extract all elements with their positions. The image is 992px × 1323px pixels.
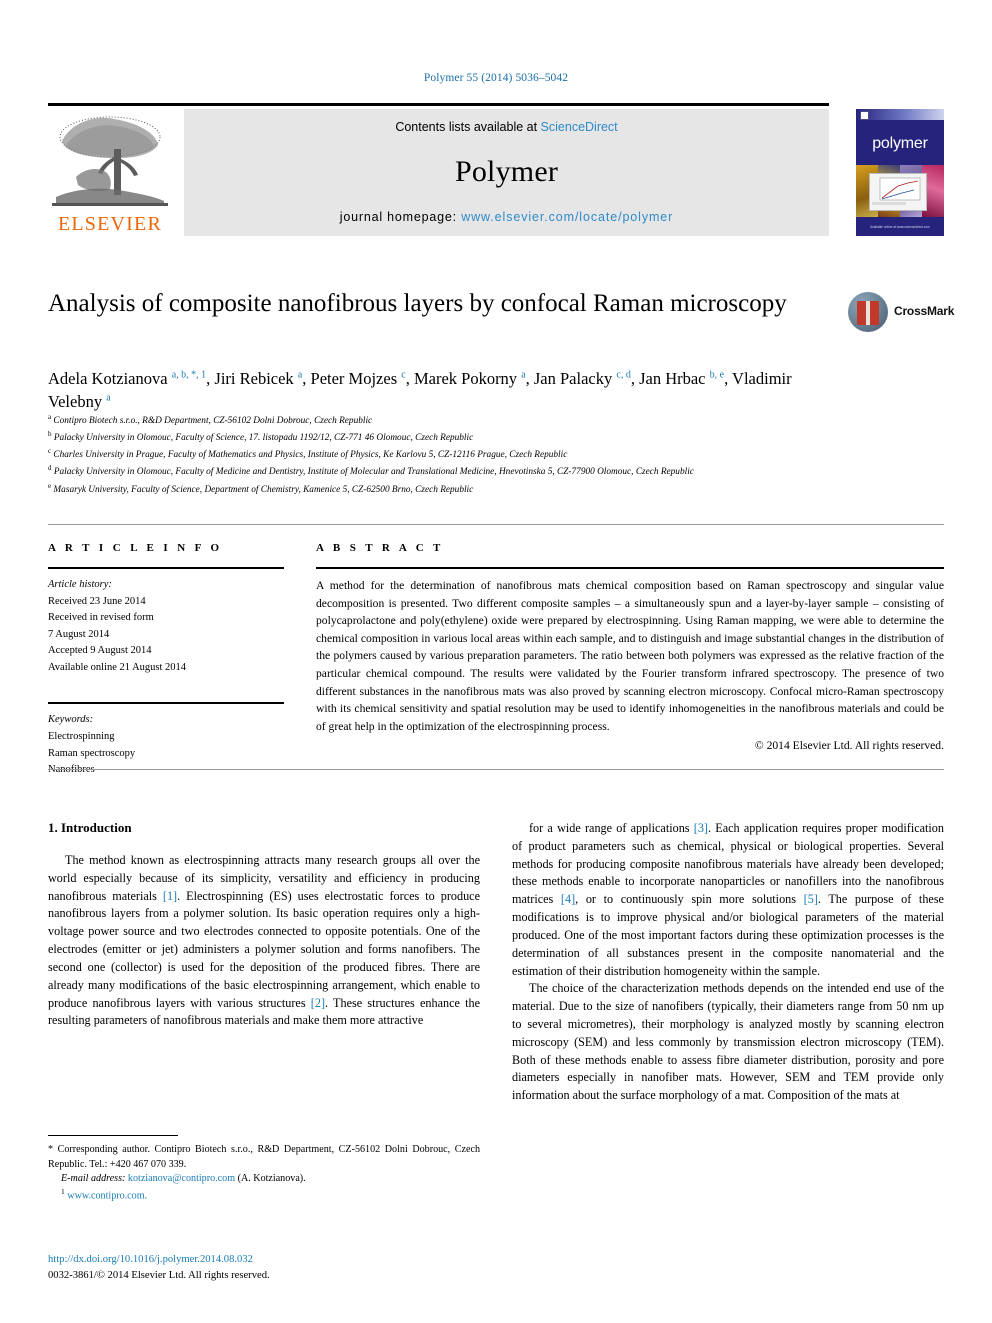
body-column-left: 1. Introduction The method known as elec… [48,820,480,1105]
abstract-rule [316,567,944,569]
keywords-label: Keywords: [48,714,94,726]
crossmark-label: CrossMark [894,304,955,318]
affiliation-item: c Charles University in Prague, Faculty … [48,446,848,463]
article-history-item: Available online 21 August 2014 [48,661,187,673]
body-paragraph: for a wide range of applications [3]. Ea… [512,821,944,978]
elsevier-tree-icon [52,116,168,206]
masthead-top-rule [48,103,829,106]
running-head-citation: Polymer 55 (2014) 5036–5042 [423,72,569,84]
right-column-paragraphs: for a wide range of applications [3]. Ea… [512,820,944,1105]
contents-available-line: Contents lists available at ScienceDirec… [395,120,617,134]
citation-reference[interactable]: [1] [163,889,177,903]
journal-title: Polymer [454,155,559,188]
affiliation-item: d Palacky University in Olomouc, Faculty… [48,463,848,480]
abstract-copyright: © 2014 Elsevier Ltd. All rights reserved… [754,739,944,753]
imprint-block: http://dx.doi.org/10.1016/j.polymer.2014… [48,1252,488,1284]
keywords-list: Electrospinning Raman spectroscopy Nanofib… [48,729,284,779]
contents-prefix: Contents lists available at [395,120,541,134]
keyword-item: Raman spectroscopy [48,747,136,759]
citation-reference[interactable]: [3] [694,821,708,835]
masthead-center-panel: Contents lists available at ScienceDirec… [184,109,829,236]
affiliation-text: Masaryk University, Faculty of Science, … [51,484,474,495]
footnote-one: 1 www.contipro.com. [48,1187,480,1204]
email-address-label: E-mail address: [61,1173,126,1185]
article-history-item: Received 23 June 2014 [48,595,146,607]
keywords-rule [48,702,284,705]
cover-wordmark: polymer [872,135,928,152]
body-column-right: for a wide range of applications [3]. Ea… [512,820,944,1105]
homepage-label: journal homepage: [339,210,462,224]
body-columns: 1. Introduction The method known as elec… [48,820,944,1105]
abstract-text: A method for the determination of nanofi… [316,579,944,733]
keyword-item: Nanofibres [48,762,284,779]
issn-copyright-line: 0032-3861/© 2014 Elsevier Ltd. All right… [48,1269,270,1281]
journal-cover-thumbnail: polymer Available online at www.scienced… [856,109,944,236]
citation-reference[interactable]: [4] [561,892,575,906]
elsevier-wordmark: ELSEVIER [57,213,163,235]
affiliation-list: a Contipro Biotech s.r.o., R&D Departmen… [48,412,848,498]
article-info-column: A R T I C L E I N F O Article history: R… [48,542,284,779]
cover-top-gradient [856,109,944,120]
keyword-item: Electrospinning [48,731,115,743]
citation-reference[interactable]: [2] [311,996,325,1010]
cover-inset-plot-icon [872,177,921,205]
email-address-link[interactable]: kotzianova@contipro.com [128,1173,235,1184]
body-paragraph: The choice of the characterization metho… [512,981,944,1103]
footnote-one-link[interactable]: www.contipro.com. [67,1190,147,1201]
affiliation-item: e Masaryk University, Faculty of Science… [48,481,848,498]
cover-inset-chart [869,173,927,211]
sciencedirect-link[interactable]: ScienceDirect [541,120,618,134]
abstract-heading: A B S T R A C T [316,542,444,554]
article-info-abstract-block: A R T I C L E I N F O Article history: R… [48,524,944,779]
email-note: E-mail address: kotzianova@contipro.com … [48,1172,480,1187]
crossmark-book-icon [857,301,879,325]
footnote-rule [48,1135,178,1136]
affiliation-item: a Contipro Biotech s.r.o., R&D Departmen… [48,412,848,429]
affiliation-text: Palacky University in Olomouc, Faculty o… [51,467,694,478]
elsevier-logo: ELSEVIER [48,109,172,236]
left-column-paragraphs: The method known as electrospinning attr… [48,852,480,1030]
corresponding-author-note: * Corresponding author. Contipro Biotech… [48,1143,480,1172]
journal-homepage-line: journal homepage: www.elsevier.com/locat… [340,210,673,224]
article-info-heading: A R T I C L E I N F O [48,542,223,554]
citation-reference[interactable]: [5] [804,892,818,906]
page-title: Analysis of composite nanofibrous layers… [48,290,787,317]
journal-masthead: ELSEVIER Contents lists available at Sci… [48,103,944,236]
article-history-item: Accepted 9 August 2014 [48,645,152,657]
author-list: Adela Kotzianova a, b, *, 1, Jiri Rebice… [48,369,792,412]
article-history-item: 7 August 2014 [48,628,110,640]
info-block-bottom-rule [48,769,944,770]
crossmark-circle-icon [848,292,888,332]
abstract-column: A B S T R A C T A method for the determi… [316,542,944,779]
body-paragraph: The method known as electrospinning attr… [48,853,480,1028]
corresponding-author-text: * Corresponding author. Contipro Biotech… [48,1144,480,1170]
crossmark-badge[interactable]: CrossMark [848,290,954,336]
footnote-one-mark: 1 [61,1186,65,1196]
footnote-block: * Corresponding author. Contipro Biotech… [48,1135,480,1204]
article-history-item: Received in revised form [48,612,154,624]
cover-corner-icon [860,111,869,120]
keywords-group: Keywords: Electrospinning Raman spectrosc… [48,702,284,778]
affiliation-text: Palacky University in Olomouc, Faculty o… [51,433,474,444]
article-history-label: Article history: [48,579,112,590]
affiliation-text: Charles University in Prague, Faculty of… [51,450,568,461]
journal-homepage-link[interactable]: www.elsevier.com/locate/polymer [461,210,673,224]
cover-footer-text: Available online at www.sciencedirect.co… [870,225,930,230]
article-history-list: Received 23 June 2014 Received in revised… [48,594,284,677]
article-page: Polymer 55 (2014) 5036–5042 ELSEVIER Con… [0,0,992,1323]
affiliation-item: b Palacky University in Olomouc, Faculty… [48,429,848,446]
affiliation-text: Contipro Biotech s.r.o., R&D Department,… [51,416,373,427]
email-address-owner: (A. Kotzianova). [237,1173,306,1185]
doi-link[interactable]: http://dx.doi.org/10.1016/j.polymer.2014… [48,1252,488,1268]
article-info-rule [48,567,284,569]
section-heading-introduction: 1. Introduction [48,820,132,835]
